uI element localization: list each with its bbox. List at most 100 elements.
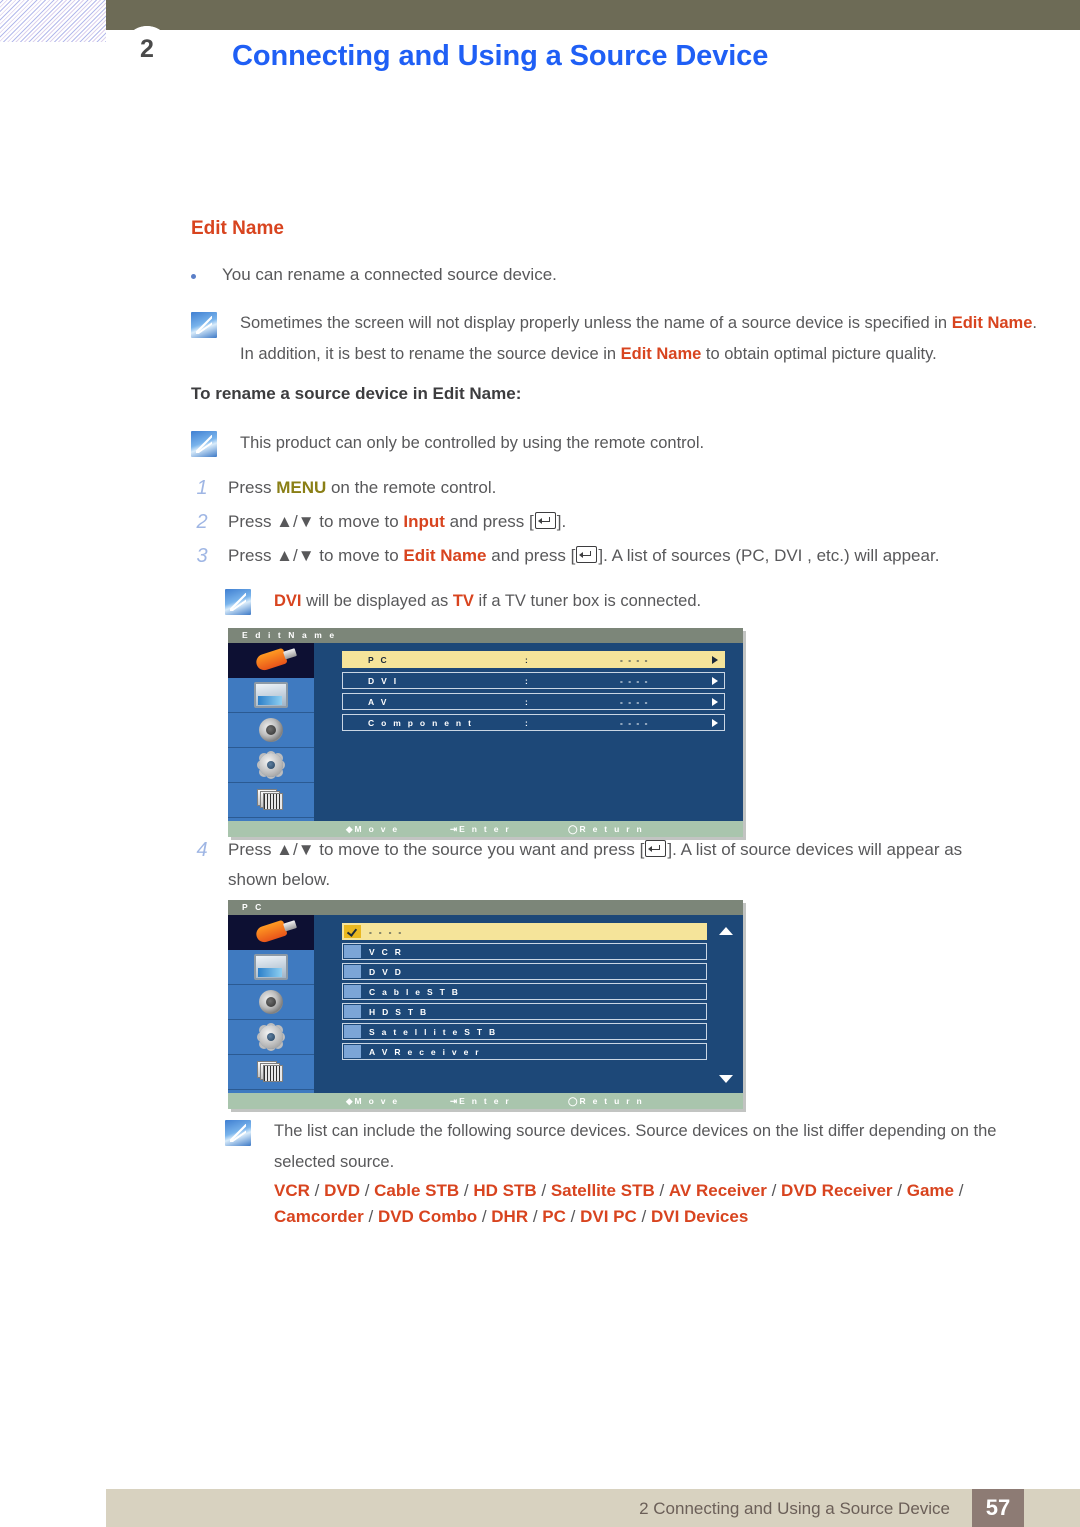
osd2-sidebar-item-multicontrol[interactable] [228, 1055, 314, 1090]
source-device-name: AV Receiver [668, 1181, 767, 1200]
note2-text: This product can only be controlled by u… [240, 434, 705, 452]
step-3-key: Edit Name [403, 546, 487, 565]
multi-control-stack-icon [257, 789, 285, 811]
osd1-row-pc-colon: : [525, 654, 531, 665]
osd2-row-cable-stb[interactable]: C a b l e S T B [342, 983, 707, 1000]
source-device-name: VCR [274, 1181, 310, 1200]
note1-text-a: Sometimes the screen will not display pr… [240, 314, 952, 332]
osd1-footer-move: ◆ M o v e [346, 823, 400, 834]
step-2-text: Press ▲/▼ to move to Input and press []. [228, 512, 567, 531]
step-4-text: Press ▲/▼ to move to the source you want… [228, 840, 963, 889]
osd1-sidebar [228, 643, 314, 821]
osd1-menu-panel: P C : - - - - D V I : - - - - A V : - - … [314, 643, 743, 821]
osd2-sidebar-item-setup[interactable] [228, 1020, 314, 1055]
bullet-dot-icon [191, 274, 196, 279]
source-device-name: Camcorder [274, 1207, 364, 1226]
footer-chapter-label: 2 Connecting and Using a Source Device [639, 1499, 950, 1518]
step-1-number: 1 [196, 477, 208, 499]
checkbox-checked-icon[interactable] [344, 925, 361, 938]
note3-emphasis-tv: TV [452, 592, 474, 610]
osd1-sidebar-item-sound[interactable] [228, 713, 314, 748]
osd2-row-default[interactable]: - - - - [342, 923, 707, 940]
osd2-row-vcr[interactable]: V C R [342, 943, 707, 960]
osd1-row-dvi-colon: : [525, 675, 531, 686]
decorative-hatch-pattern [0, 0, 106, 42]
osd1-row-pc-value: - - - - [620, 654, 649, 665]
note1-emphasis-editname: Edit Name [620, 345, 702, 363]
osd2-row-av-receiver[interactable]: A V R e c e i v e r [342, 1043, 707, 1060]
source-device-name: DHR [491, 1207, 529, 1226]
osd1-row-dvi[interactable]: D V I : - - - - [342, 672, 725, 689]
setup-gear-icon [259, 753, 283, 777]
checkbox-icon[interactable] [344, 945, 361, 958]
note4-line1: The list can include the following sourc… [274, 1122, 997, 1140]
sound-speaker-icon [259, 990, 283, 1014]
osd2-sidebar-item-picture[interactable] [228, 950, 314, 985]
osd1-row-av[interactable]: A V : - - - - [342, 693, 725, 710]
note-pencil-icon [225, 589, 251, 615]
osd1-sidebar-item-picture[interactable] [228, 678, 314, 713]
note1-text-f: to obtain optimal picture quality. [701, 345, 937, 363]
source-device-separator: / [636, 1207, 651, 1226]
osd-screenshot-source-list: P C - - - - V C R D V D C a b l e S T B … [228, 900, 743, 1109]
note-block-1: Sometimes the screen will not display pr… [191, 308, 1041, 370]
checkbox-icon[interactable] [344, 985, 361, 998]
note3-text-d: if a TV tuner box is connected. [473, 592, 702, 610]
checkbox-icon[interactable] [344, 1045, 361, 1058]
osd2-sidebar-item-sound[interactable] [228, 985, 314, 1020]
source-device-separator: / [536, 1181, 551, 1200]
checkbox-icon[interactable] [344, 1005, 361, 1018]
osd2-row-hd-stb[interactable]: H D S T B [342, 1003, 707, 1020]
note1-emphasis-edit: Edit [951, 314, 983, 332]
source-device-separator: / [528, 1207, 543, 1226]
enter-key-icon [534, 512, 556, 529]
osd2-footer: ◆ M o v e ⇥ E n t e r ◯ R e t u r n [228, 1093, 743, 1109]
source-device-separator: / [892, 1181, 907, 1200]
source-device-list-line1: VCR / DVD / Cable STB / HD STB / Satelli… [274, 1178, 963, 1204]
note3-emphasis-dvi: DVI [274, 592, 302, 610]
osd1-row-pc[interactable]: P C : - - - - [342, 651, 725, 668]
step-1-text: Press MENU on the remote control. [228, 478, 497, 497]
scroll-up-arrow-icon[interactable] [719, 927, 733, 935]
checkbox-icon[interactable] [344, 965, 361, 978]
chevron-right-icon [712, 655, 718, 664]
source-device-name: DVI Devices [650, 1207, 749, 1226]
input-plug-icon [254, 647, 288, 673]
osd1-sidebar-item-setup[interactable] [228, 748, 314, 783]
source-device-separator: / [766, 1181, 782, 1200]
source-device-name: DVI PC [580, 1207, 637, 1226]
osd1-row-av-value: - - - - [620, 696, 649, 707]
source-device-name: DVD Receiver [781, 1181, 893, 1200]
enter-key-icon [645, 840, 667, 857]
checkbox-icon[interactable] [344, 1025, 361, 1038]
section-heading: Edit Name [191, 218, 284, 239]
osd1-sidebar-item-multicontrol[interactable] [228, 783, 314, 818]
source-device-name: Game [906, 1181, 954, 1200]
source-device-separator: / [565, 1207, 581, 1226]
osd2-row-satellite-stb[interactable]: S a t e l l i t e S T B [342, 1023, 707, 1040]
multi-control-stack-icon [257, 1061, 285, 1083]
osd2-footer-move: ◆ M o v e [346, 1095, 400, 1106]
step-2-number: 2 [196, 511, 208, 533]
osd1-sidebar-item-input[interactable] [228, 643, 314, 678]
subheading: To rename a source device in Edit Name: [191, 384, 522, 403]
note-block-2: This product can only be controlled by u… [191, 428, 951, 459]
osd1-row-component[interactable]: C o m p o n e n t : - - - - [342, 714, 725, 731]
osd1-footer-enter: ⇥ E n t e r [450, 823, 511, 834]
step-1-key: MENU [276, 478, 327, 497]
setup-gear-icon [259, 1025, 283, 1049]
source-device-separator: / [309, 1181, 325, 1200]
source-device-name: PC [542, 1207, 566, 1226]
note-block-4: The list can include the following sourc… [225, 1116, 1025, 1178]
source-device-name: DVD Combo [377, 1207, 478, 1226]
step-3-number: 3 [196, 545, 208, 567]
chapter-number-badge: 2 [124, 26, 170, 72]
step-4-number: 4 [196, 839, 208, 861]
osd2-sidebar-item-input[interactable] [228, 915, 314, 950]
note-pencil-icon [191, 312, 217, 338]
osd2-footer-return: ◯ R e t u r n [568, 1095, 645, 1106]
scroll-down-arrow-icon[interactable] [719, 1075, 733, 1083]
osd2-row-hd-stb-label: H D S T B [369, 1006, 429, 1017]
osd2-row-dvd[interactable]: D V D [342, 963, 707, 980]
osd2-title: P C [228, 900, 743, 915]
